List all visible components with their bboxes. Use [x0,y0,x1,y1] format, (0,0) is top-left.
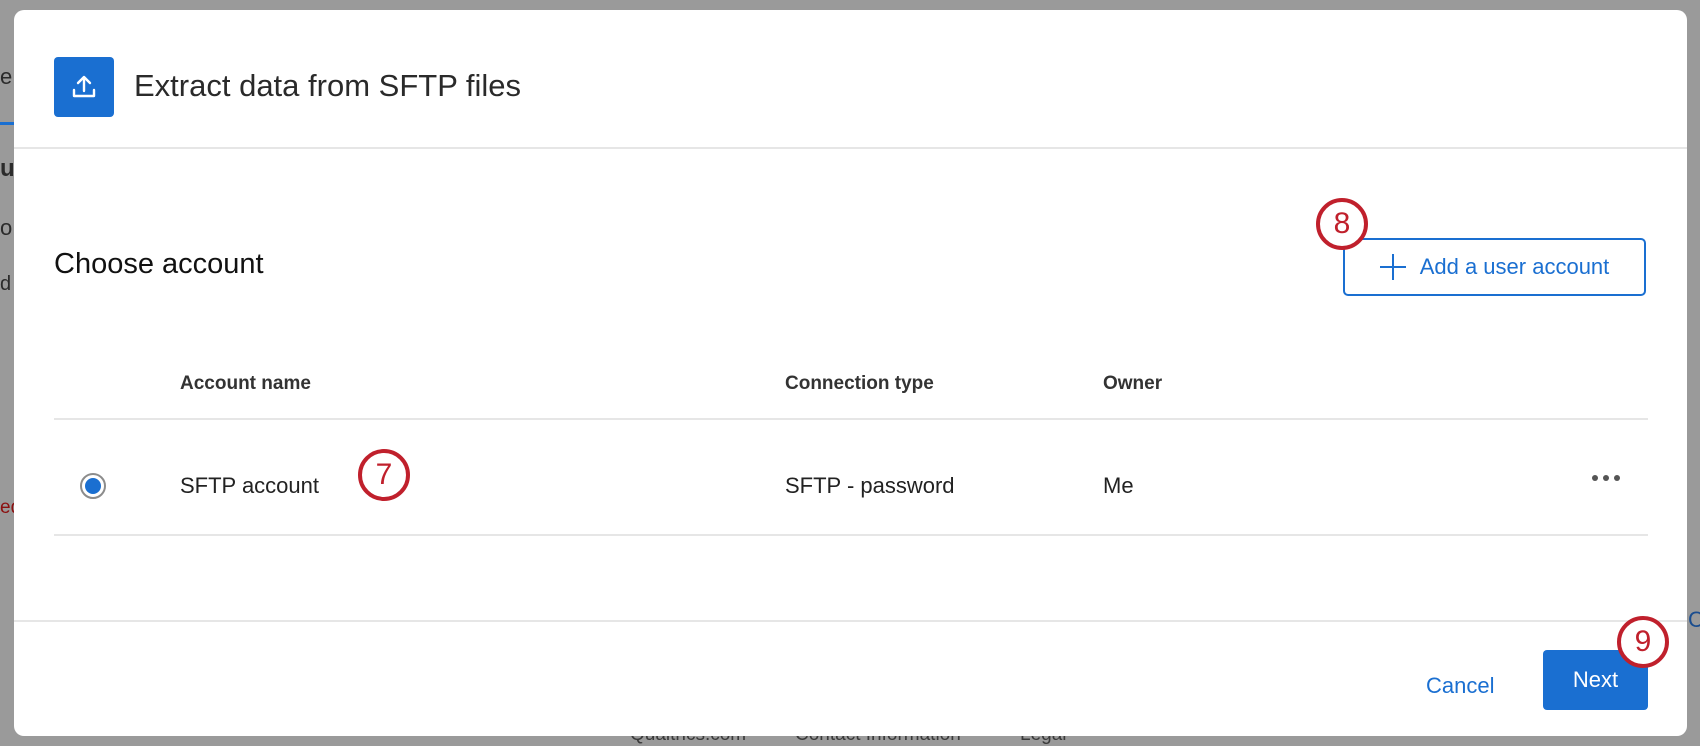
radio-selected-dot [85,478,101,494]
bg-fragment-3: o [0,215,13,240]
table-header-divider [54,418,1648,420]
section-title: Choose account [54,248,264,280]
column-header-connection-type: Connection type [785,373,934,394]
bg-fragment-4: d [0,273,12,295]
more-options-icon[interactable] [1592,475,1620,481]
column-header-owner: Owner [1103,373,1163,394]
add-user-account-label: Add a user account [1419,254,1610,279]
table-row-divider [54,534,1648,536]
callout-step-8: 8 [1316,198,1368,250]
plus-icon [1379,254,1406,280]
bg-tab-underline [0,122,14,125]
bg-fragment-6: C [1688,607,1700,632]
column-header-account-name: Account name [180,373,311,394]
callout-step-9: 9 [1617,616,1669,668]
callout-step-7: 7 [358,449,410,501]
upload-icon [54,57,114,117]
modal-header: Extract data from SFTP files [14,10,1687,149]
cell-connection-type: SFTP - password [785,473,955,498]
modal-footer-divider [14,620,1687,622]
add-user-account-button[interactable]: Add a user account [1343,238,1646,296]
bg-fragment-1: e [0,64,13,89]
cancel-button[interactable]: Cancel [1426,673,1494,699]
cell-account-name: SFTP account [180,473,319,498]
cell-owner: Me [1103,473,1134,498]
modal-title: Extract data from SFTP files [134,68,522,103]
extract-data-modal: Extract data from SFTP files Choose acco… [14,10,1687,736]
account-radio[interactable] [80,473,106,499]
